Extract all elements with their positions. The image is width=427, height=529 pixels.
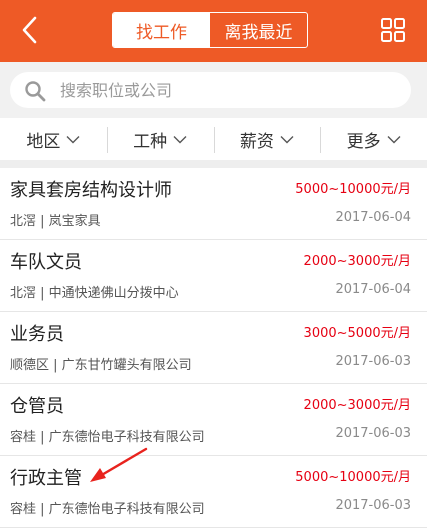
search-box[interactable]: [10, 72, 411, 108]
job-company: 北滘 | 岚宝家具: [10, 214, 101, 229]
job-title: 车队文员: [10, 252, 82, 273]
filter-region[interactable]: 地区: [0, 118, 107, 160]
job-title: 仓管员: [10, 396, 64, 417]
job-item[interactable]: 车队文员 2000~3000元/月 北滘 | 中通快递佛山分拨中心 2017-0…: [0, 240, 427, 312]
job-company: 顺德区 | 广东甘竹罐头有限公司: [10, 358, 192, 373]
top-bar: 找工作 离我最近: [0, 0, 427, 62]
chevron-down-icon: [387, 135, 401, 143]
job-salary: 5000~10000元/月: [295, 470, 411, 485]
filter-bar: 地区 工种 薪资 更多: [0, 118, 427, 160]
job-date: 2017-06-04: [335, 210, 411, 225]
filter-salary-label: 薪资: [239, 131, 274, 152]
filter-region-label: 地区: [26, 131, 61, 152]
job-date: 2017-06-04: [335, 282, 411, 297]
job-company: 容桂 | 广东德怡电子科技有限公司: [10, 502, 205, 517]
job-salary: 5000~10000元/月: [295, 182, 411, 197]
section-divider: [0, 160, 427, 168]
tab-find-job[interactable]: 找工作: [113, 13, 210, 47]
job-item[interactable]: 家具套房结构设计师 5000~10000元/月 北滘 | 岚宝家具 2017-0…: [0, 168, 427, 240]
job-list: 家具套房结构设计师 5000~10000元/月 北滘 | 岚宝家具 2017-0…: [0, 168, 427, 528]
chevron-down-icon: [173, 135, 187, 143]
filter-job-type-label: 工种: [133, 131, 168, 152]
job-title: 家具套房结构设计师: [10, 180, 172, 201]
job-item[interactable]: 仓管员 2000~3000元/月 容桂 | 广东德怡电子科技有限公司 2017-…: [0, 384, 427, 456]
search-input[interactable]: [60, 72, 400, 108]
back-icon[interactable]: [16, 13, 44, 47]
job-date: 2017-06-03: [335, 354, 411, 369]
search-icon: [24, 80, 46, 102]
job-title: 业务员: [10, 324, 64, 345]
chevron-down-icon: [280, 135, 294, 143]
job-item[interactable]: 行政主管 5000~10000元/月 容桂 | 广东德怡电子科技有限公司 201…: [0, 456, 427, 528]
job-date: 2017-06-03: [335, 426, 411, 441]
chevron-down-icon: [66, 135, 80, 143]
job-salary: 2000~3000元/月: [303, 398, 411, 413]
job-salary: 3000~5000元/月: [303, 326, 411, 341]
search-bar: [0, 62, 427, 118]
filter-salary[interactable]: 薪资: [213, 118, 321, 160]
filter-more[interactable]: 更多: [320, 118, 427, 160]
job-date: 2017-06-03: [335, 498, 411, 513]
tab-nearby[interactable]: 离我最近: [210, 13, 307, 47]
grid-menu-icon[interactable]: [380, 17, 406, 43]
tab-switcher: 找工作 离我最近: [112, 12, 308, 48]
filter-job-type[interactable]: 工种: [106, 118, 214, 160]
job-title: 行政主管: [10, 468, 82, 489]
job-company: 容桂 | 广东德怡电子科技有限公司: [10, 430, 205, 445]
filter-more-label: 更多: [346, 131, 381, 152]
job-item[interactable]: 业务员 3000~5000元/月 顺德区 | 广东甘竹罐头有限公司 2017-0…: [0, 312, 427, 384]
job-company: 北滘 | 中通快递佛山分拨中心: [10, 286, 179, 301]
job-salary: 2000~3000元/月: [303, 254, 411, 269]
